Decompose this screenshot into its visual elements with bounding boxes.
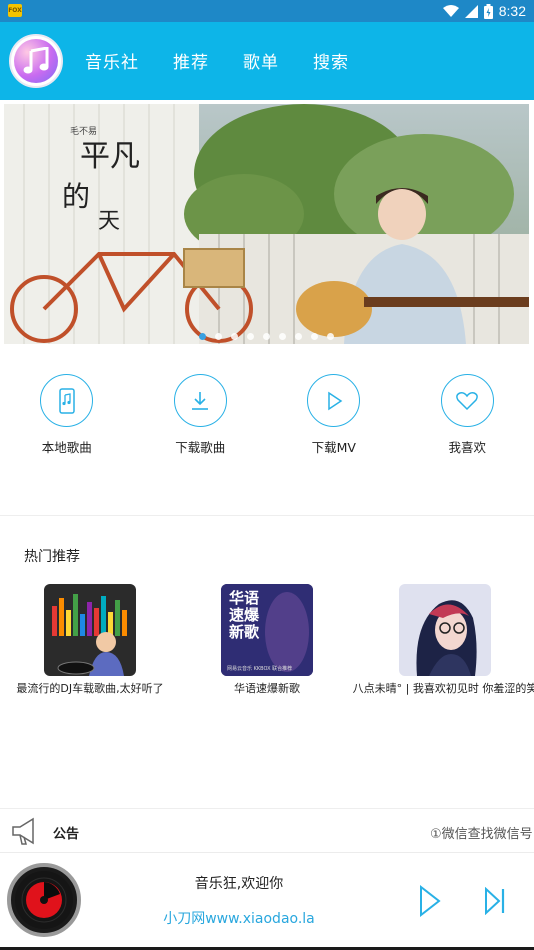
carousel-dot[interactable] [215, 333, 222, 340]
download-mv-label: 下载MV [311, 440, 356, 455]
now-playing-subtitle[interactable]: 小刀网www.xiaodao.la [0, 908, 478, 928]
album-caption: 八点未晴° | 我喜欢初见时 你羞涩的笑 [352, 682, 534, 695]
cover-text-line: 华语 [229, 589, 260, 607]
next-track-button[interactable] [484, 887, 506, 915]
notice-title: 公告 [53, 827, 80, 842]
carousel-dot[interactable] [311, 333, 318, 340]
tab-playlist[interactable]: 歌单 [243, 48, 279, 73]
favorites-label: 我喜欢 [448, 440, 486, 455]
divider [0, 808, 534, 809]
quick-actions: 本地歌曲 下载歌曲 下载MV 我喜欢 [0, 374, 534, 456]
cover-footer: 网易云音乐 KKBOX 联合推荐 [227, 666, 293, 672]
carousel-indicator [4, 333, 529, 340]
notice-bar[interactable]: 公告 ①微信查找微信号 [0, 810, 534, 852]
clock: 8:32 [498, 3, 526, 19]
album-caption: 最流行的DJ车载歌曲,太好听了 [16, 682, 164, 695]
signal-icon [464, 4, 478, 18]
status-icons: 8:32 [442, 2, 526, 20]
svg-text:毛不易: 毛不易 [70, 125, 97, 137]
album-cover-dj [44, 584, 136, 676]
carousel-dot[interactable] [231, 333, 238, 340]
album-card[interactable]: 最流行的DJ车载歌曲,太好听了 [0, 584, 180, 696]
tab-recommend[interactable]: 推荐 [173, 48, 209, 73]
album-cover-chinese-hits: 华语 速爆 新歌 网易云音乐 KKBOX 联合推荐 [221, 584, 313, 676]
album-card[interactable]: 八点未晴° | 我喜欢初见时 你羞涩的笑 [352, 584, 534, 696]
download-mv-button[interactable]: 下载MV [267, 374, 401, 456]
now-playing-title: 音乐狂,欢迎你 [194, 876, 284, 892]
carousel-dot[interactable] [199, 333, 206, 340]
tab-music-club[interactable]: 音乐社 [85, 48, 139, 73]
carousel-dot[interactable] [279, 333, 286, 340]
cover-text-line: 速爆 [229, 606, 260, 624]
top-nav: 音乐社 推荐 歌单 搜索 [85, 48, 349, 73]
download-songs-label: 下载歌曲 [175, 440, 226, 455]
status-bar: FOX 8:32 [0, 0, 534, 22]
play-outline-icon [307, 374, 361, 427]
app-logo[interactable] [9, 34, 63, 88]
phone-music-icon [40, 374, 94, 427]
mini-player: 音乐狂,欢迎你 小刀网www.xiaodao.la [0, 852, 534, 950]
hot-section-title: 热门推荐 [24, 549, 80, 565]
app-bar: 音乐社 推荐 歌单 搜索 [0, 22, 534, 100]
svg-text:的: 的 [62, 180, 90, 213]
wifi-icon [442, 4, 459, 17]
svg-text:天: 天 [98, 209, 120, 234]
banner-image: 平凡 的 天 毛不易 [4, 104, 529, 344]
carousel-dot[interactable] [295, 333, 302, 340]
favorites-button[interactable]: 我喜欢 [401, 374, 534, 456]
music-note-icon [14, 39, 58, 83]
divider [0, 515, 534, 516]
local-songs-button[interactable]: 本地歌曲 [0, 374, 134, 456]
tab-search[interactable]: 搜索 [313, 48, 349, 73]
banner-carousel[interactable]: 平凡 的 天 毛不易 [4, 104, 529, 344]
heart-icon [440, 374, 494, 427]
carousel-dot[interactable] [327, 333, 334, 340]
carousel-dot[interactable] [263, 333, 270, 340]
album-cover-illustration [399, 584, 491, 676]
carousel-dot[interactable] [247, 333, 254, 340]
battery-icon [483, 3, 493, 19]
notice-marquee: ①微信查找微信号 [430, 827, 533, 842]
album-caption: 华语速爆新歌 [234, 682, 300, 695]
megaphone-icon [12, 817, 34, 845]
download-songs-button[interactable]: 下载歌曲 [134, 374, 268, 456]
download-icon [173, 374, 227, 427]
local-songs-label: 本地歌曲 [41, 440, 92, 455]
app-notification-icon: FOX [8, 4, 22, 17]
album-card[interactable]: 华语 速爆 新歌 网易云音乐 KKBOX 联合推荐 华语速爆新歌 [177, 584, 357, 696]
cover-text-line: 新歌 [229, 623, 260, 641]
play-button[interactable] [418, 885, 442, 917]
svg-text:平凡: 平凡 [80, 139, 140, 174]
